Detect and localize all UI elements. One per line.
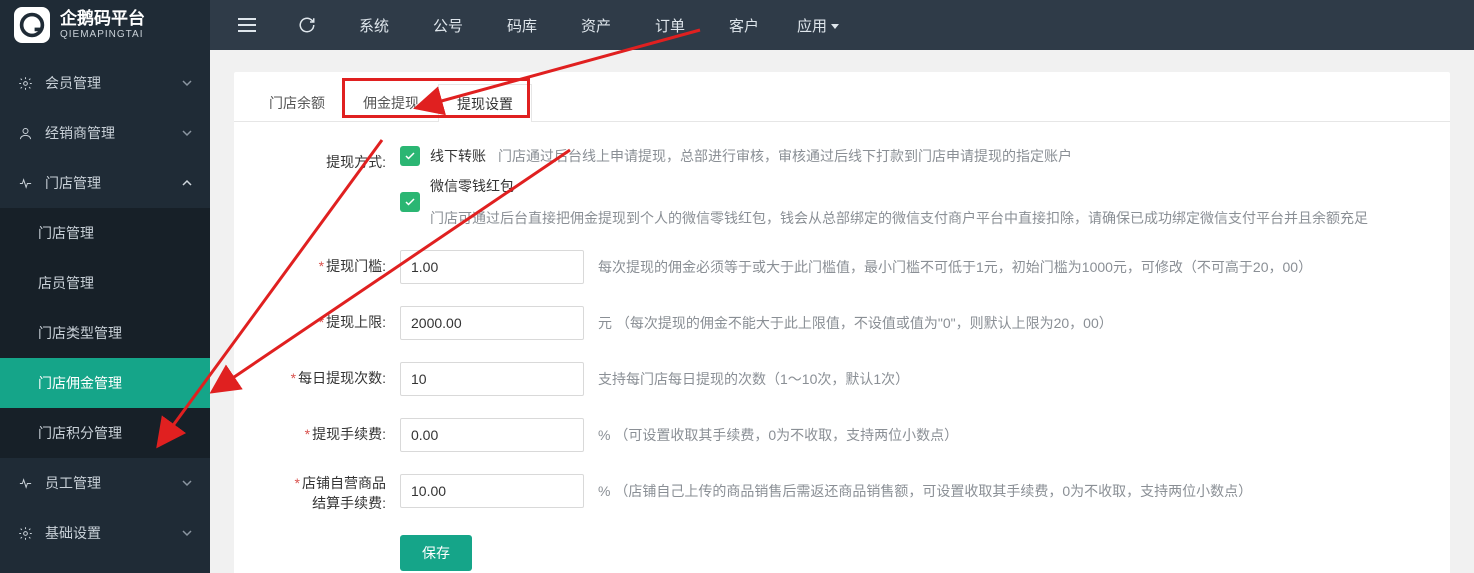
sidebar-submenu-store: 门店管理 店员管理 门店类型管理 门店佣金管理 门店积分管理 [0, 208, 210, 458]
chevron-down-icon [182, 528, 192, 538]
unit-fee: % [598, 427, 610, 443]
sidebar-item-label: 店员管理 [38, 273, 94, 293]
row-method: 提现方式: 线下转账 门店通过后台线上申请提现，总部进行审核，审核通过后线下打款… [260, 146, 1424, 228]
sidebar-label: 经销商管理 [45, 123, 115, 143]
chevron-up-icon [182, 178, 192, 188]
sidebar-item-commission[interactable]: 门店佣金管理 [0, 358, 210, 408]
settings-form: 提现方式: 线下转账 门店通过后台线上申请提现，总部进行审核，审核通过后线下打款… [234, 122, 1450, 573]
row-threshold: *提现门槛: 每次提现的佣金必须等于或大于此门槛值，最小门槛不可低于1元，初始门… [260, 250, 1424, 284]
sidebar-group-basic[interactable]: 基础设置 [0, 508, 210, 558]
chevron-down-icon [182, 128, 192, 138]
hint-threshold: 每次提现的佣金必须等于或大于此门槛值，最小门槛不可低于1元，初始门槛为1000元… [598, 257, 1312, 277]
chevron-down-icon [182, 78, 192, 88]
hint-wechat: 门店可通过后台直接把佣金提现到个人的微信零钱红包，钱会从总部绑定的微信支付商户平… [430, 208, 1368, 228]
label-threshold: 提现门槛: [326, 258, 386, 274]
gear-icon [18, 526, 33, 541]
label-daily: 每日提现次数: [298, 370, 386, 386]
topnav-gonghao[interactable]: 公号 [420, 0, 476, 50]
unit-limit: 元 [598, 315, 612, 331]
unit-selfgoods: % [598, 483, 610, 499]
row-selfgoods: *店铺自营商品 结算手续费: % （店铺自己上传的商品销售后需返还商品销售额，可… [260, 474, 1424, 513]
sidebar-group-employee[interactable]: 员工管理 [0, 458, 210, 508]
tabs: 门店余额 佣金提现 提现设置 [234, 72, 1450, 122]
hint-offline: 门店通过后台线上申请提现，总部进行审核，审核通过后线下打款到门店申请提现的指定账… [498, 146, 1072, 166]
brand-subtitle: QIEMAPINGTAI [60, 29, 145, 40]
label-selfgoods2: 结算手续费: [312, 495, 386, 511]
sidebar-group-store[interactable]: 门店管理 [0, 158, 210, 208]
input-threshold[interactable] [400, 250, 584, 284]
sidebar: 企鹅码平台 QIEMAPINGTAI 会员管理 经销商管理 门店管理 门店管理 … [0, 0, 210, 573]
sidebar-item-staff-manage[interactable]: 店员管理 [0, 258, 210, 308]
user-icon [18, 126, 33, 141]
sidebar-menu: 会员管理 经销商管理 门店管理 门店管理 店员管理 门店类型管理 门店佣金管理 … [0, 50, 210, 558]
sidebar-item-label: 门店类型管理 [38, 323, 122, 343]
topbar: 系统 公号 码库 资产 订单 客户 应用 [210, 0, 1474, 50]
row-limit: *提现上限: 元 （每次提现的佣金不能大于此上限值，不设值或值为"0"，则默认上… [260, 306, 1424, 340]
sidebar-item-points[interactable]: 门店积分管理 [0, 408, 210, 458]
label-fee: 提现手续费: [312, 426, 386, 442]
gear-icon [18, 76, 33, 91]
checkbox-wechat[interactable] [400, 192, 420, 212]
content: 门店余额 佣金提现 提现设置 提现方式: 线下转账 门店通过后台线上申请提现，总… [210, 50, 1474, 573]
topnav-assets[interactable]: 资产 [568, 0, 624, 50]
row-daily: *每日提现次数: 支持每门店每日提现的次数（1～10次，默认1次） [260, 362, 1424, 396]
sidebar-group-member[interactable]: 会员管理 [0, 58, 210, 108]
topnav-system[interactable]: 系统 [346, 0, 402, 50]
label-selfgoods1: 店铺自营商品 [302, 475, 386, 491]
panel: 门店余额 佣金提现 提现设置 提现方式: 线下转账 门店通过后台线上申请提现，总… [234, 72, 1450, 573]
hint-daily: 支持每门店每日提现的次数（1～10次，默认1次） [598, 369, 909, 389]
sidebar-item-store-type[interactable]: 门店类型管理 [0, 308, 210, 358]
topnav-orders[interactable]: 订单 [642, 0, 698, 50]
sidebar-label: 员工管理 [45, 473, 101, 493]
label-method: 提现方式: [326, 154, 386, 170]
input-fee[interactable] [400, 418, 584, 452]
brand: 企鹅码平台 QIEMAPINGTAI [0, 0, 210, 50]
tab-withdraw-settings[interactable]: 提现设置 [438, 84, 532, 122]
chevron-down-icon [182, 478, 192, 488]
sidebar-item-label: 门店积分管理 [38, 423, 122, 443]
topnav-customers[interactable]: 客户 [716, 0, 772, 50]
refresh-button[interactable] [286, 0, 328, 50]
option-wechat: 微信零钱红包 [430, 176, 514, 196]
input-limit[interactable] [400, 306, 584, 340]
save-button[interactable]: 保存 [400, 535, 472, 571]
topnav-maku[interactable]: 码库 [494, 0, 550, 50]
sidebar-group-dealer[interactable]: 经销商管理 [0, 108, 210, 158]
brand-logo-icon [14, 7, 50, 43]
tab-balance[interactable]: 门店余额 [250, 83, 344, 121]
hint-fee: （可设置收取其手续费，0为不收取，支持两位小数点） [614, 427, 958, 443]
toggle-sidebar-button[interactable] [226, 0, 268, 50]
sidebar-item-store-manage[interactable]: 门店管理 [0, 208, 210, 258]
hint-selfgoods: （店铺自己上传的商品销售后需返还商品销售额，可设置收取其手续费，0为不收取，支持… [614, 483, 1252, 499]
label-limit: 提现上限: [326, 314, 386, 330]
option-offline: 线下转账 [430, 146, 486, 166]
input-daily[interactable] [400, 362, 584, 396]
tab-withdraw[interactable]: 佣金提现 [344, 83, 438, 121]
sidebar-label: 基础设置 [45, 523, 101, 543]
pulse-icon [18, 176, 33, 191]
hint-limit: （每次提现的佣金不能大于此上限值，不设值或值为"0"，则默认上限为20，00） [616, 315, 1113, 331]
sidebar-item-label: 门店管理 [38, 223, 94, 243]
pulse-icon [18, 476, 33, 491]
caret-down-icon [831, 17, 839, 34]
row-fee: *提现手续费: % （可设置收取其手续费，0为不收取，支持两位小数点） [260, 418, 1424, 452]
sidebar-item-label: 门店佣金管理 [38, 373, 122, 393]
topnav-apps[interactable]: 应用 [790, 0, 846, 50]
sidebar-label: 会员管理 [45, 73, 101, 93]
checkbox-offline[interactable] [400, 146, 420, 166]
brand-title: 企鹅码平台 [60, 10, 145, 29]
sidebar-label: 门店管理 [45, 173, 101, 193]
input-selfgoods[interactable] [400, 474, 584, 508]
